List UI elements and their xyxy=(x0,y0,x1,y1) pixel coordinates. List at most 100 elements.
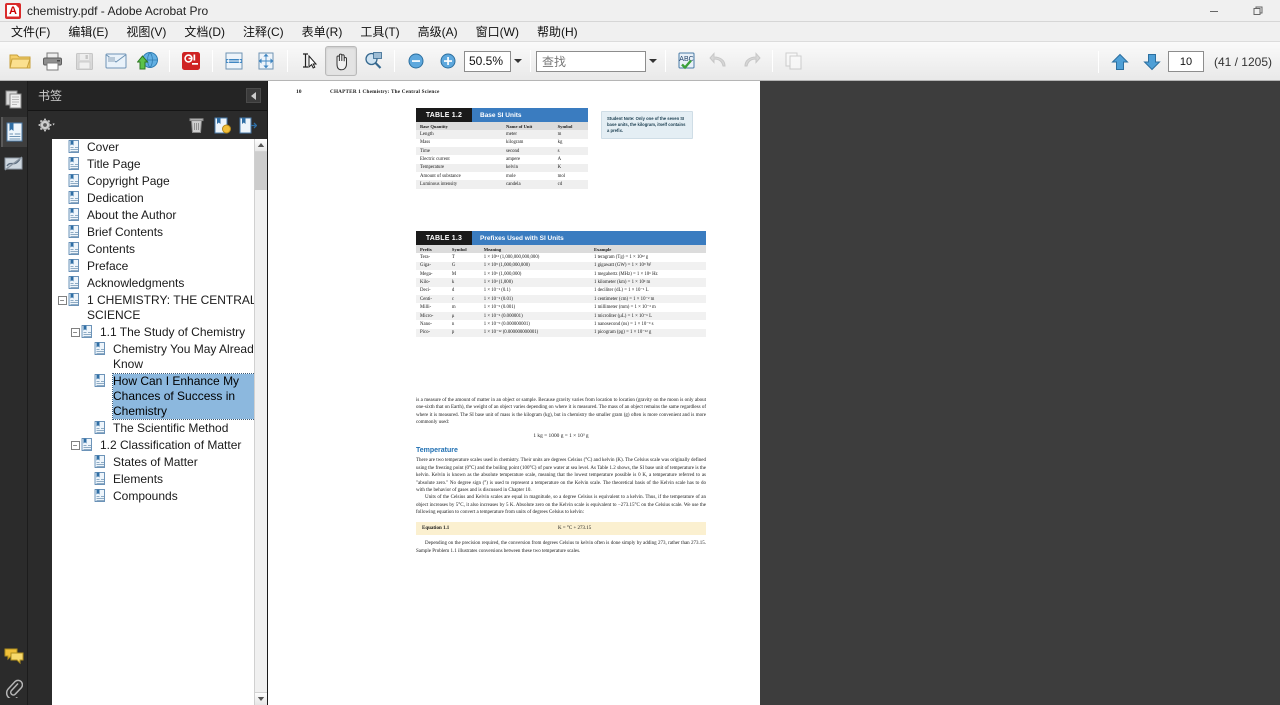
scroll-up-icon[interactable] xyxy=(255,139,267,152)
bookmark-item[interactable]: − 1.1 The Study of Chemistry xyxy=(52,324,267,341)
menu-help[interactable]: 帮助(H) xyxy=(528,22,587,42)
previous-page-icon[interactable] xyxy=(1104,47,1136,77)
document-viewport[interactable]: 10 CHAPTER 1 Chemistry: The Central Scie… xyxy=(268,81,1280,705)
bookmark-item[interactable]: Acknowledgments xyxy=(52,275,267,292)
bookmark-item[interactable]: How Can I Enhance My Chances of Success … xyxy=(52,373,267,420)
window-controls xyxy=(1192,0,1280,22)
menu-view[interactable]: 视图(V) xyxy=(117,22,175,42)
expand-collapse-toggle-icon[interactable]: − xyxy=(56,293,68,308)
menu-file[interactable]: 文件(F) xyxy=(2,22,59,42)
bookmarks-scrollbar[interactable] xyxy=(254,139,267,705)
bookmark-item[interactable]: Preface xyxy=(52,258,267,275)
fit-page-icon[interactable] xyxy=(250,46,282,76)
menu-edit[interactable]: 编辑(E) xyxy=(59,22,117,42)
find-dropdown-chevron-down-icon[interactable] xyxy=(646,51,660,72)
bookmark-item[interactable]: Dedication xyxy=(52,190,267,207)
pages-panel-icon[interactable] xyxy=(1,85,27,115)
toolbar-separator xyxy=(530,50,531,72)
bookmark-item[interactable]: Title Page xyxy=(52,156,267,173)
bookmark-item[interactable]: Brief Contents xyxy=(52,224,267,241)
zoom-in-icon[interactable] xyxy=(432,46,464,76)
signatures-panel-icon[interactable] xyxy=(1,149,27,179)
cell-symbol: K xyxy=(553,163,588,173)
menu-form[interactable]: 表单(R) xyxy=(293,22,352,42)
menu-comment[interactable]: 注释(C) xyxy=(234,22,293,42)
hand-tool-icon[interactable] xyxy=(325,46,357,76)
scroll-down-icon[interactable] xyxy=(255,692,267,705)
scrollbar-thumb[interactable] xyxy=(255,152,267,190)
table-row: Mass kilogram kg xyxy=(416,138,588,147)
toolbar-separator xyxy=(665,50,666,72)
running-head-left: CHAPTER 1 Chemistry: The Central Science xyxy=(330,89,440,95)
attachments-panel-icon[interactable] xyxy=(1,673,27,703)
bookmark-item[interactable]: The Scientific Method xyxy=(52,420,267,437)
page-number-input[interactable]: 10 xyxy=(1167,51,1204,72)
bookmark-icon xyxy=(68,157,84,172)
bookmarks-panel-icon[interactable] xyxy=(0,117,27,147)
expand-collapse-toggle-icon[interactable]: − xyxy=(69,325,81,340)
bookmark-icon xyxy=(94,472,110,487)
main-area: 书签 Cover Title Page Copyright Page Dedic… xyxy=(0,81,1280,705)
table-1-3-title: Prefixes Used with SI Units xyxy=(472,231,706,245)
bookmark-item[interactable]: Elements xyxy=(52,471,267,488)
cell-meaning: 1 × 10⁻⁶ (0.000001) xyxy=(479,311,590,321)
bookmark-item[interactable]: About the Author xyxy=(52,207,267,224)
select-text-icon[interactable] xyxy=(293,46,325,76)
open-folder-icon[interactable] xyxy=(4,46,36,76)
next-page-icon[interactable] xyxy=(1136,47,1168,77)
collapse-panel-icon[interactable] xyxy=(246,88,261,103)
expand-collapse-toggle-icon[interactable]: − xyxy=(69,438,81,453)
cell-example: 1 gigawatt (GW) = 1 × 10⁹ W xyxy=(589,261,706,270)
cell-symbol: kg xyxy=(553,138,588,147)
bookmarks-list[interactable]: Cover Title Page Copyright Page Dedicati… xyxy=(52,139,267,705)
bookmarks-panel-title: 书签 xyxy=(38,89,63,103)
new-bookmark-icon[interactable] xyxy=(209,114,235,136)
bookmark-item[interactable]: Compounds xyxy=(52,488,267,505)
bookmark-item[interactable]: Cover xyxy=(52,139,267,156)
save-icon[interactable] xyxy=(68,46,100,76)
redo-icon[interactable] xyxy=(735,46,767,76)
bookmark-item[interactable]: Copyright Page xyxy=(52,173,267,190)
bookmark-item[interactable]: Contents xyxy=(52,241,267,258)
bookmark-item-label: The Scientific Method xyxy=(113,421,229,435)
cell-example: 1 nanosecond (ns) = 1 × 10⁻⁹ s xyxy=(589,320,706,329)
table-row: Electric current ampere A xyxy=(416,155,588,164)
bookmark-icon xyxy=(68,259,84,274)
bookmark-item-label: Elements xyxy=(113,472,164,486)
email-icon[interactable] xyxy=(100,46,132,76)
comments-panel-icon[interactable] xyxy=(1,641,27,671)
menu-document[interactable]: 文档(D) xyxy=(175,22,234,42)
zoom-level-input[interactable]: 50.5% xyxy=(464,50,511,72)
bookmark-icon xyxy=(68,293,84,308)
zoom-dropdown-chevron-down-icon[interactable] xyxy=(511,51,525,72)
table-1-2: TABLE 1.2 Base SI Units Base Quantity Na… xyxy=(416,108,588,189)
menu-window[interactable]: 窗口(W) xyxy=(467,22,528,42)
display-equation-kg: 1 kg = 1000 g = 1 × 10³ g xyxy=(533,432,589,439)
zoom-out-icon[interactable] xyxy=(400,46,432,76)
table-row: Giga- G 1 × 10⁹ (1,000,000,000) 1 gigawatt … xyxy=(416,261,706,270)
menu-tools[interactable]: 工具(T) xyxy=(351,22,408,42)
print-icon[interactable] xyxy=(36,46,68,76)
menu-advanced[interactable]: 高级(A) xyxy=(409,22,467,42)
undo-icon[interactable] xyxy=(703,46,735,76)
bookmark-item[interactable]: − 1.2 Classification of Matter xyxy=(52,437,267,454)
pages-panel-icon[interactable] xyxy=(778,46,810,76)
cell-base-quantity: Electric current xyxy=(416,155,502,164)
upload-web-icon[interactable] xyxy=(132,46,164,76)
bookmark-icon xyxy=(81,325,97,340)
bookmark-item[interactable]: States of Matter xyxy=(52,454,267,471)
page-gap xyxy=(760,81,768,705)
trash-icon[interactable] xyxy=(183,114,209,136)
bookmark-indent-spacer xyxy=(82,455,94,470)
expand-current-bookmark-icon[interactable] xyxy=(235,114,261,136)
fit-width-icon[interactable] xyxy=(218,46,250,76)
bookmark-item[interactable]: − 1 CHEMISTRY: THE CENTRAL SCIENCE xyxy=(52,292,267,324)
restore-button[interactable] xyxy=(1236,0,1280,22)
zoom-marquee-icon[interactable] xyxy=(357,46,389,76)
spellcheck-icon[interactable]: ABC xyxy=(671,46,703,76)
find-input[interactable]: 查找 xyxy=(536,50,646,72)
minimize-button[interactable] xyxy=(1192,0,1236,22)
bookmark-item[interactable]: Chemistry You May Already Know xyxy=(52,341,267,373)
options-gear-icon[interactable] xyxy=(34,114,60,136)
create-pdf-icon[interactable] xyxy=(175,46,207,76)
